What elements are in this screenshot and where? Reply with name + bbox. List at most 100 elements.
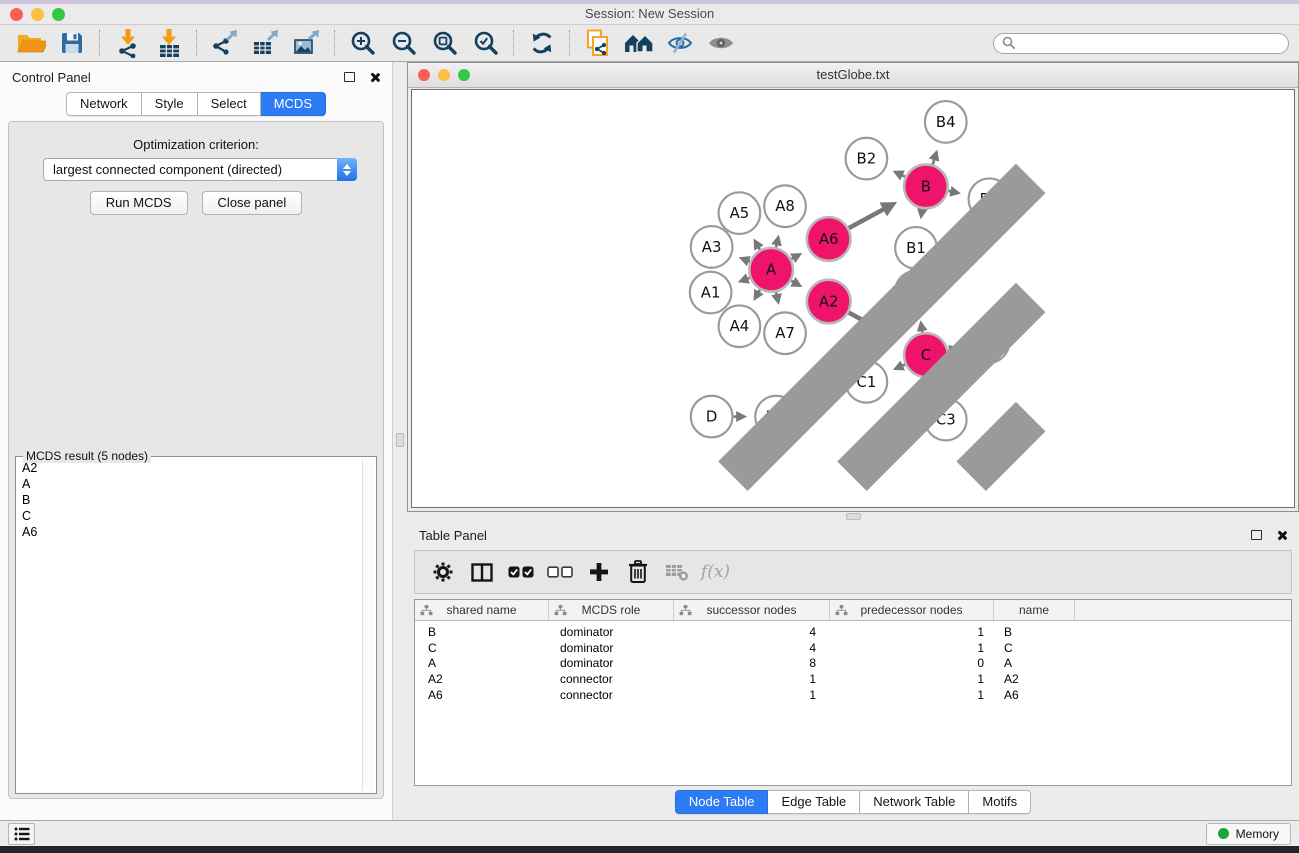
- table-cell[interactable]: A: [415, 656, 549, 670]
- result-item-a2[interactable]: A2: [19, 460, 360, 476]
- zoom-fit-button[interactable]: [424, 27, 465, 59]
- tab-motifs[interactable]: Motifs: [969, 790, 1031, 814]
- table-cell[interactable]: 4: [674, 625, 830, 639]
- export-image-button[interactable]: [286, 27, 327, 59]
- result-item-b[interactable]: B: [19, 492, 360, 508]
- tab-edge-table[interactable]: Edge Table: [768, 790, 860, 814]
- table-cell[interactable]: 4: [674, 641, 830, 655]
- table-cell[interactable]: B: [415, 625, 549, 639]
- table-cell[interactable]: dominator: [549, 641, 674, 655]
- table-cell[interactable]: connector: [549, 688, 674, 702]
- table-cell[interactable]: dominator: [549, 625, 674, 639]
- column-header-predecessor-nodes[interactable]: predecessor nodes: [830, 600, 994, 620]
- table-cell[interactable]: A: [994, 656, 1075, 670]
- main-titlebar: Session: New Session: [0, 4, 1299, 25]
- table-row-B[interactable]: Bdominator41B: [415, 624, 1291, 640]
- column-header-shared-name[interactable]: shared name: [415, 600, 549, 620]
- table-cell[interactable]: connector: [549, 672, 674, 686]
- zoom-in-button[interactable]: [342, 27, 383, 59]
- table-row-C[interactable]: Cdominator41C: [415, 640, 1291, 656]
- tab-network-table[interactable]: Network Table: [860, 790, 969, 814]
- close-table-panel-button[interactable]: [1276, 530, 1287, 541]
- select-all-button[interactable]: [501, 553, 540, 591]
- zoom-window-button[interactable]: [52, 8, 65, 21]
- table-row-A2[interactable]: A2connector11A2: [415, 671, 1291, 687]
- close-panel-button[interactable]: [369, 72, 380, 83]
- table-cell[interactable]: C: [994, 641, 1075, 655]
- task-history-button[interactable]: [8, 823, 35, 845]
- resize-grip-icon[interactable]: [411, 89, 1293, 506]
- memory-status-icon: [1218, 828, 1229, 839]
- export-table-button[interactable]: [245, 27, 286, 59]
- float-panel-button[interactable]: [344, 72, 355, 82]
- show-panels-button[interactable]: [618, 27, 659, 59]
- open-session-button[interactable]: [10, 27, 51, 59]
- minimize-network-button[interactable]: [438, 69, 450, 81]
- horizontal-split-divider[interactable]: [407, 512, 1299, 522]
- deselect-all-button[interactable]: [540, 553, 579, 591]
- tab-network[interactable]: Network: [66, 92, 142, 116]
- apply-layout-button[interactable]: [521, 27, 562, 59]
- tab-node-table[interactable]: Node Table: [675, 790, 769, 814]
- close-window-button[interactable]: [10, 8, 23, 21]
- table-cell[interactable]: A6: [415, 688, 549, 702]
- delete-column-button[interactable]: [618, 553, 657, 591]
- vertical-split-divider[interactable]: [392, 62, 407, 820]
- table-cell[interactable]: 0: [830, 656, 994, 670]
- export-network-button[interactable]: [204, 27, 245, 59]
- zoom-selected-button[interactable]: [465, 27, 506, 59]
- result-item-a[interactable]: A: [19, 476, 360, 492]
- column-header-filler: [1075, 600, 1291, 620]
- table-cell[interactable]: 1: [830, 625, 994, 639]
- column-header-successor-nodes[interactable]: successor nodes: [674, 600, 830, 620]
- divider-grip[interactable]: [396, 433, 404, 447]
- table-cell[interactable]: 1: [674, 688, 830, 702]
- table-cell[interactable]: 1: [830, 672, 994, 686]
- table-cell[interactable]: A2: [994, 672, 1075, 686]
- run-mcds-button[interactable]: Run MCDS: [90, 191, 188, 215]
- criterion-dropdown[interactable]: largest connected component (directed): [43, 158, 357, 181]
- table-cell[interactable]: C: [415, 641, 549, 655]
- workspace: Control Panel NetworkStyleSelectMCDS Opt…: [0, 62, 1299, 820]
- column-header-MCDS-role[interactable]: MCDS role: [549, 600, 674, 620]
- search-input[interactable]: [1021, 36, 1280, 50]
- function-builder-button[interactable]: f(x): [696, 553, 735, 591]
- zoom-out-button[interactable]: [383, 27, 424, 59]
- result-scrollbar[interactable]: [362, 459, 374, 791]
- table-cell[interactable]: dominator: [549, 656, 674, 670]
- tab-style[interactable]: Style: [142, 92, 198, 116]
- import-table-button[interactable]: [148, 27, 189, 59]
- close-network-button[interactable]: [418, 69, 430, 81]
- table-cell[interactable]: 1: [830, 688, 994, 702]
- graphics-details-button[interactable]: [659, 27, 700, 59]
- show-columns-button[interactable]: [462, 553, 501, 591]
- divider-grip[interactable]: [846, 513, 861, 520]
- table-cell[interactable]: A2: [415, 672, 549, 686]
- table-cell[interactable]: 1: [674, 672, 830, 686]
- new-network-from-file-button[interactable]: [577, 27, 618, 59]
- memory-button[interactable]: Memory: [1206, 823, 1291, 845]
- minimize-window-button[interactable]: [31, 8, 44, 21]
- tab-mcds[interactable]: MCDS: [261, 92, 326, 116]
- tab-select[interactable]: Select: [198, 92, 261, 116]
- table-row-A6[interactable]: A6connector11A6: [415, 687, 1291, 703]
- table-cell[interactable]: 1: [830, 641, 994, 655]
- table-row-A[interactable]: Adominator80A: [415, 656, 1291, 672]
- search-box[interactable]: [993, 33, 1289, 54]
- delete-table-button[interactable]: [657, 553, 696, 591]
- table-cell[interactable]: B: [994, 625, 1075, 639]
- close-panel-button-mcds[interactable]: Close panel: [202, 191, 303, 215]
- save-session-button[interactable]: [51, 27, 92, 59]
- column-header-name[interactable]: name: [994, 600, 1075, 620]
- table-cell[interactable]: 8: [674, 656, 830, 670]
- birds-eye-view-button[interactable]: [700, 27, 741, 59]
- create-column-button[interactable]: [579, 553, 618, 591]
- result-item-c[interactable]: C: [19, 508, 360, 524]
- float-table-panel-button[interactable]: [1251, 530, 1262, 540]
- zoom-network-button[interactable]: [458, 69, 470, 81]
- table-settings-button[interactable]: [423, 553, 462, 591]
- import-network-button[interactable]: [107, 27, 148, 59]
- network-canvas[interactable]: B4B2BB3A5A8A6B1A3AC2A1A2A4A7C4CC1DD1C3: [411, 89, 1295, 508]
- result-item-a6[interactable]: A6: [19, 524, 360, 540]
- table-cell[interactable]: A6: [994, 688, 1075, 702]
